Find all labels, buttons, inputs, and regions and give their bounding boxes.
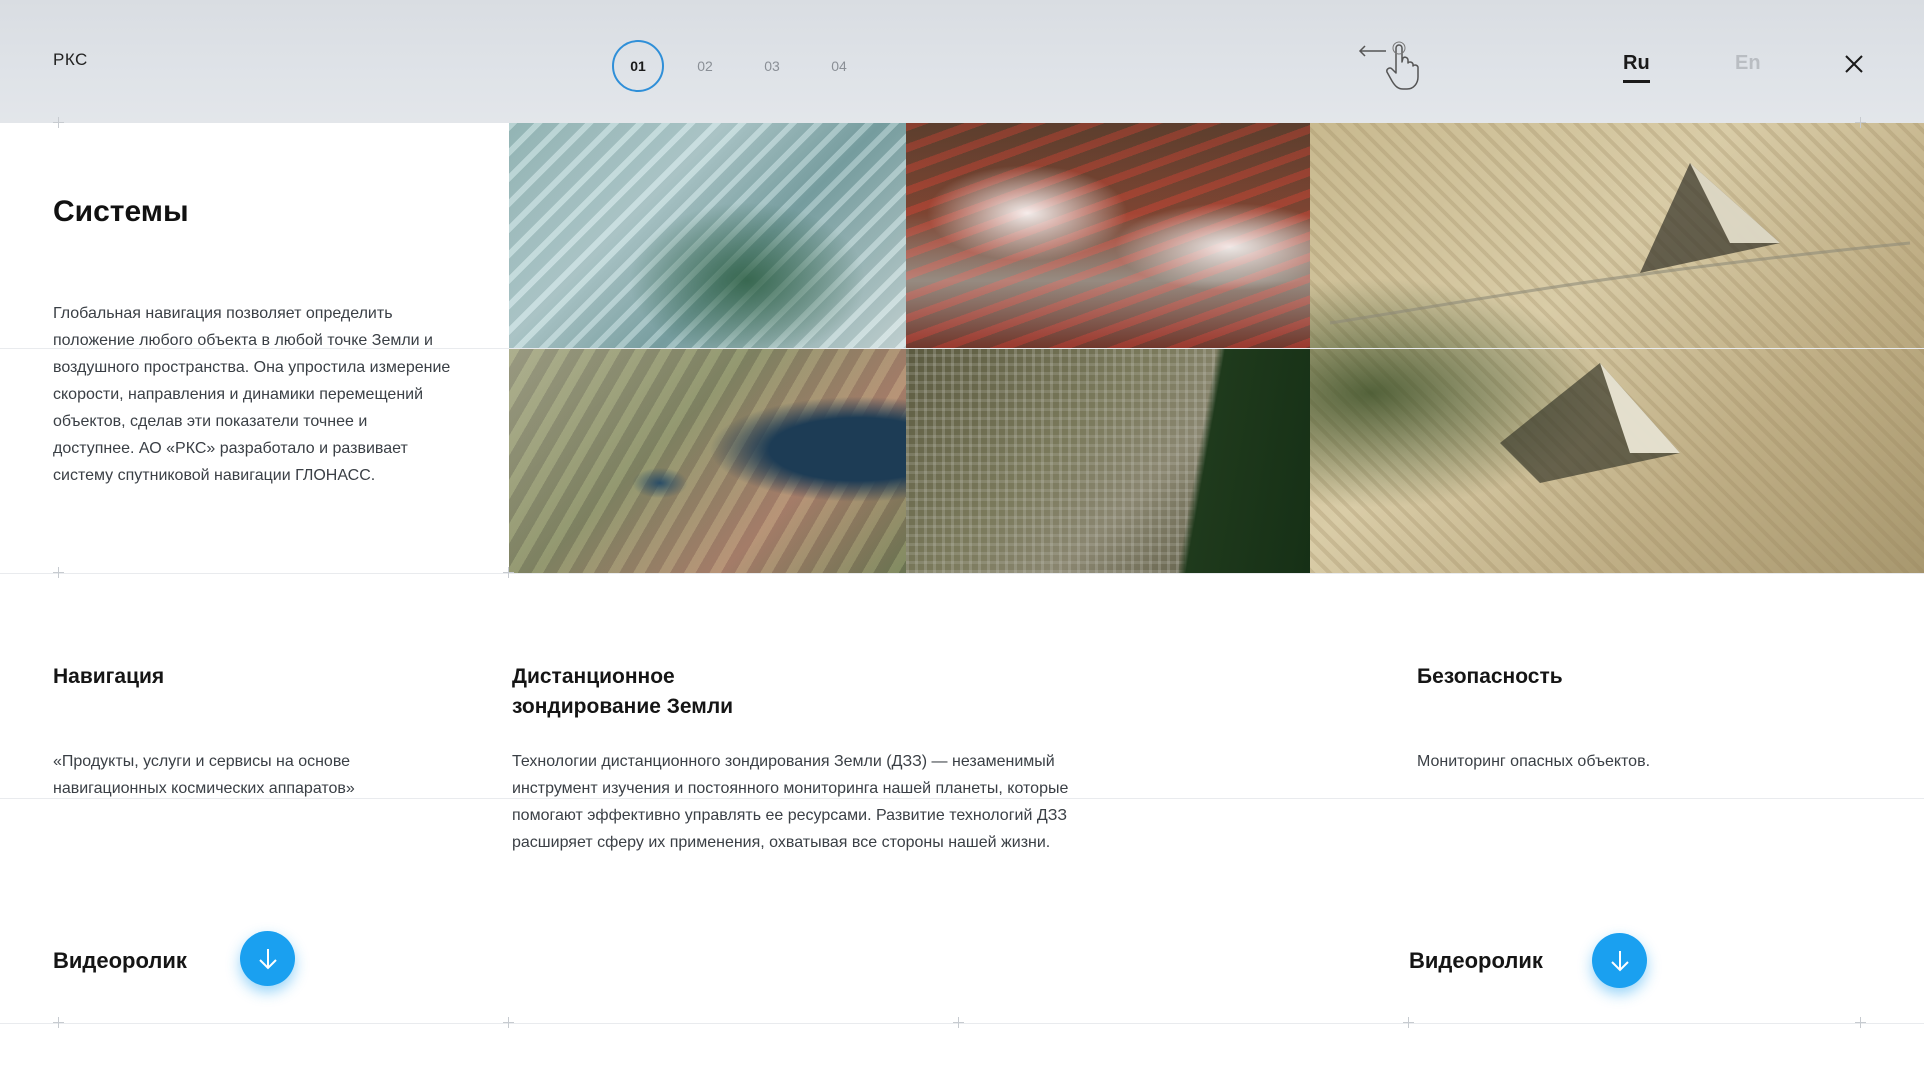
step-pager: 01 02 03 04 <box>612 40 880 92</box>
satellite-image-1 <box>509 123 906 348</box>
lang-en-button[interactable]: En <box>1735 52 1761 75</box>
page-title: Системы <box>53 195 189 228</box>
close-icon[interactable] <box>1842 52 1866 76</box>
section-title-line1: Дистанционное <box>512 665 675 688</box>
section-text-security: Мониторинг опасных объектов. <box>1417 753 1651 770</box>
step-02[interactable]: 02 <box>679 40 731 92</box>
arrow-down-icon <box>258 948 277 969</box>
section-text-navigation: «Продукты, услуги и сервисы на основе на… <box>53 753 355 797</box>
grid-cross <box>53 1017 64 1028</box>
grid-cross <box>503 1017 514 1028</box>
step-04[interactable]: 04 <box>813 40 865 92</box>
video-play-button-left[interactable] <box>240 931 295 986</box>
video-label-right: Видеоролик <box>1409 948 1543 973</box>
grid-cross <box>53 117 64 128</box>
grid-cross <box>503 567 514 578</box>
section-title-remote-sensing: Дистанционное зондирование Земли <box>512 662 733 722</box>
grid-cross <box>1403 1017 1414 1028</box>
logo[interactable]: РКС <box>53 50 88 70</box>
intro-text: Глобальная навигация позволяет определит… <box>53 305 451 484</box>
grid-line <box>0 573 1924 574</box>
video-play-button-right[interactable] <box>1592 933 1647 988</box>
swipe-hand-icon <box>1358 41 1419 90</box>
top-bar: РКС 01 02 03 04 Ru En <box>0 0 1924 123</box>
grid-cross <box>1855 117 1866 128</box>
section-title-navigation: Навигация <box>53 665 165 688</box>
section-title-security: Безопасность <box>1417 665 1563 688</box>
satellite-image-3 <box>509 348 906 573</box>
satellite-image-4 <box>906 348 1310 573</box>
grid-line <box>0 348 1924 349</box>
step-01[interactable]: 01 <box>612 40 664 92</box>
grid-cross <box>1855 1017 1866 1028</box>
step-03[interactable]: 03 <box>746 40 798 92</box>
lang-ru-button[interactable]: Ru <box>1623 52 1650 83</box>
video-label-left: Видеоролик <box>53 948 187 973</box>
section-text-remote-sensing: Технологии дистанционного зондирования З… <box>512 753 1069 851</box>
section-title-line2: зондирование Земли <box>512 695 734 718</box>
grid-cross <box>953 1017 964 1028</box>
arrow-down-icon <box>1610 950 1629 971</box>
grid-cross <box>53 567 64 578</box>
satellite-image-2 <box>906 123 1310 348</box>
